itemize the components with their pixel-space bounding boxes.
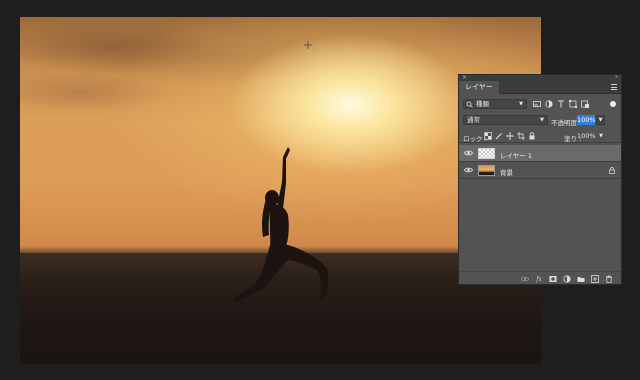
filter-kind-select[interactable]: 種類 ▼: [463, 99, 527, 109]
footer-icons: fx: [521, 275, 613, 283]
new-group-icon[interactable]: [577, 275, 585, 283]
lock-artboard-icon[interactable]: [517, 132, 525, 140]
layer-name: レイヤー 1: [500, 152, 533, 160]
layers-panel: × » レイヤー 種類 ▼ 通常 ▼ 不透明度: 100% ▼ ロック: 塗…: [458, 74, 622, 285]
filter-row: 種類 ▼: [459, 97, 621, 111]
lock-transparency-icon[interactable]: [484, 132, 492, 140]
blend-row: 通常 ▼ 不透明度 : 100% ▼: [459, 113, 621, 127]
blend-mode-value: 通常: [467, 116, 480, 124]
lock-all-icon[interactable]: [528, 132, 536, 140]
chevron-down-icon: ▼: [519, 101, 523, 107]
crosshair-cursor-icon: [304, 41, 312, 49]
link-layers-icon[interactable]: [521, 275, 529, 283]
panel-tab-bar: レイヤー: [459, 81, 621, 94]
add-mask-icon[interactable]: [549, 275, 557, 283]
fill-value: 100%: [577, 132, 596, 140]
collapse-icon[interactable]: »: [615, 74, 618, 81]
layer-row-background[interactable]: 背景: [459, 162, 621, 179]
tab-layers[interactable]: レイヤー: [459, 81, 499, 94]
filter-toggle-icon[interactable]: [610, 101, 616, 107]
lock-pixels-icon[interactable]: [495, 132, 503, 140]
search-icon: [466, 101, 473, 108]
panel-footer: fx: [459, 271, 621, 284]
panel-menu-icon[interactable]: [611, 84, 617, 90]
pixel-filter-icon[interactable]: [533, 100, 541, 108]
close-icon[interactable]: ×: [462, 74, 467, 81]
chevron-down-icon: ▼: [599, 133, 603, 139]
fill-input[interactable]: 100% ▼: [577, 131, 603, 141]
filter-icons: [533, 99, 589, 109]
layer-thumbnail: [478, 148, 495, 159]
smart-object-filter-icon[interactable]: [581, 100, 589, 108]
lock-row: ロック : 塗り : 100% ▼: [459, 129, 621, 143]
blend-mode-select[interactable]: 通常 ▼: [463, 115, 548, 125]
eye-icon[interactable]: [464, 150, 473, 156]
lock-position-icon[interactable]: [506, 132, 514, 140]
adjustment-filter-icon[interactable]: [545, 100, 553, 108]
layer-row-layer1[interactable]: レイヤー 1: [459, 145, 621, 162]
fx-icon[interactable]: fx: [535, 275, 543, 283]
opacity-dropdown-icon[interactable]: ▼: [596, 115, 605, 125]
layer-thumbnail: [478, 165, 495, 176]
trash-icon[interactable]: [605, 275, 613, 283]
new-layer-icon[interactable]: [591, 275, 599, 283]
adjustment-layer-icon[interactable]: [563, 275, 571, 283]
opacity-input[interactable]: 100%: [577, 115, 596, 125]
lock-icon: [609, 167, 615, 174]
chevron-down-icon: ▼: [540, 117, 544, 123]
layer-name: 背景: [500, 169, 513, 177]
lock-icons: [484, 132, 536, 140]
shape-filter-icon[interactable]: [569, 100, 577, 108]
eye-icon[interactable]: [464, 167, 473, 173]
filter-kind-label: 種類: [476, 100, 489, 108]
type-filter-icon[interactable]: [557, 100, 565, 108]
